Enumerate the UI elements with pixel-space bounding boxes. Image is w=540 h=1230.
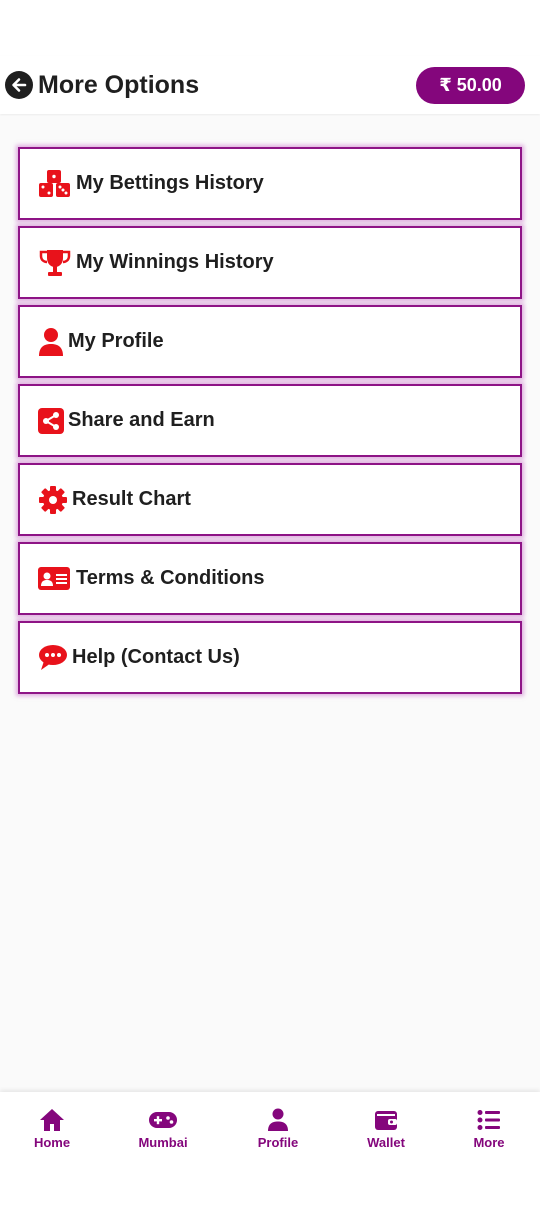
menu-item-label: My Bettings History xyxy=(76,172,264,194)
nav-item-mumbai[interactable]: Mumbai xyxy=(118,1108,208,1150)
menu-item-label: Share and Earn xyxy=(68,409,215,431)
nav-label: Home xyxy=(33,1135,71,1150)
gear-icon xyxy=(38,483,68,517)
nav-item-more[interactable]: More xyxy=(444,1108,534,1150)
back-button[interactable] xyxy=(5,71,33,99)
id-card-icon xyxy=(38,562,72,596)
nav-item-wallet[interactable]: Wallet xyxy=(341,1108,431,1150)
user-icon xyxy=(38,325,64,359)
user-icon xyxy=(267,1108,289,1132)
menu-item-label: Terms & Conditions xyxy=(76,567,265,589)
chat-bubble-icon xyxy=(38,641,68,675)
trophy-icon xyxy=(38,246,72,280)
menu-item-bettings-history[interactable]: My Bettings History xyxy=(18,147,522,220)
menu-item-winnings-history[interactable]: My Winnings History xyxy=(18,226,522,299)
dice-icon xyxy=(38,167,72,201)
home-icon xyxy=(39,1108,65,1132)
app-header: More Options ₹ 50.00 xyxy=(0,56,540,114)
menu-item-share-and-earn[interactable]: Share and Earn xyxy=(18,384,522,457)
arrow-left-icon xyxy=(12,78,27,92)
menu-item-my-profile[interactable]: My Profile xyxy=(18,305,522,378)
list-icon xyxy=(477,1108,501,1132)
menu-item-terms-conditions[interactable]: Terms & Conditions xyxy=(18,542,522,615)
page-title: More Options xyxy=(38,70,200,99)
nav-item-profile[interactable]: Profile xyxy=(233,1108,323,1150)
menu-item-result-chart[interactable]: Result Chart xyxy=(18,463,522,536)
menu-item-label: Help (Contact Us) xyxy=(72,646,240,668)
bottom-navigation: Home Mumbai Profile Wallet More xyxy=(0,1092,540,1230)
menu-item-label: My Winnings History xyxy=(76,251,274,273)
nav-item-home[interactable]: Home xyxy=(7,1108,97,1150)
wallet-icon xyxy=(374,1108,398,1132)
nav-label: More xyxy=(473,1135,505,1150)
menu-item-label: My Profile xyxy=(68,330,164,352)
nav-label: Wallet xyxy=(367,1135,405,1150)
wallet-balance-badge[interactable]: ₹ 50.00 xyxy=(416,67,525,104)
menu-item-help-contact[interactable]: Help (Contact Us) xyxy=(18,621,522,694)
nav-label: Profile xyxy=(257,1135,299,1150)
gamepad-icon xyxy=(148,1108,178,1132)
options-menu: My Bettings History My Winnings History … xyxy=(18,147,522,700)
share-icon xyxy=(38,404,64,438)
status-bar-area xyxy=(0,0,540,56)
nav-label: Mumbai xyxy=(138,1135,188,1150)
menu-item-label: Result Chart xyxy=(72,488,191,510)
